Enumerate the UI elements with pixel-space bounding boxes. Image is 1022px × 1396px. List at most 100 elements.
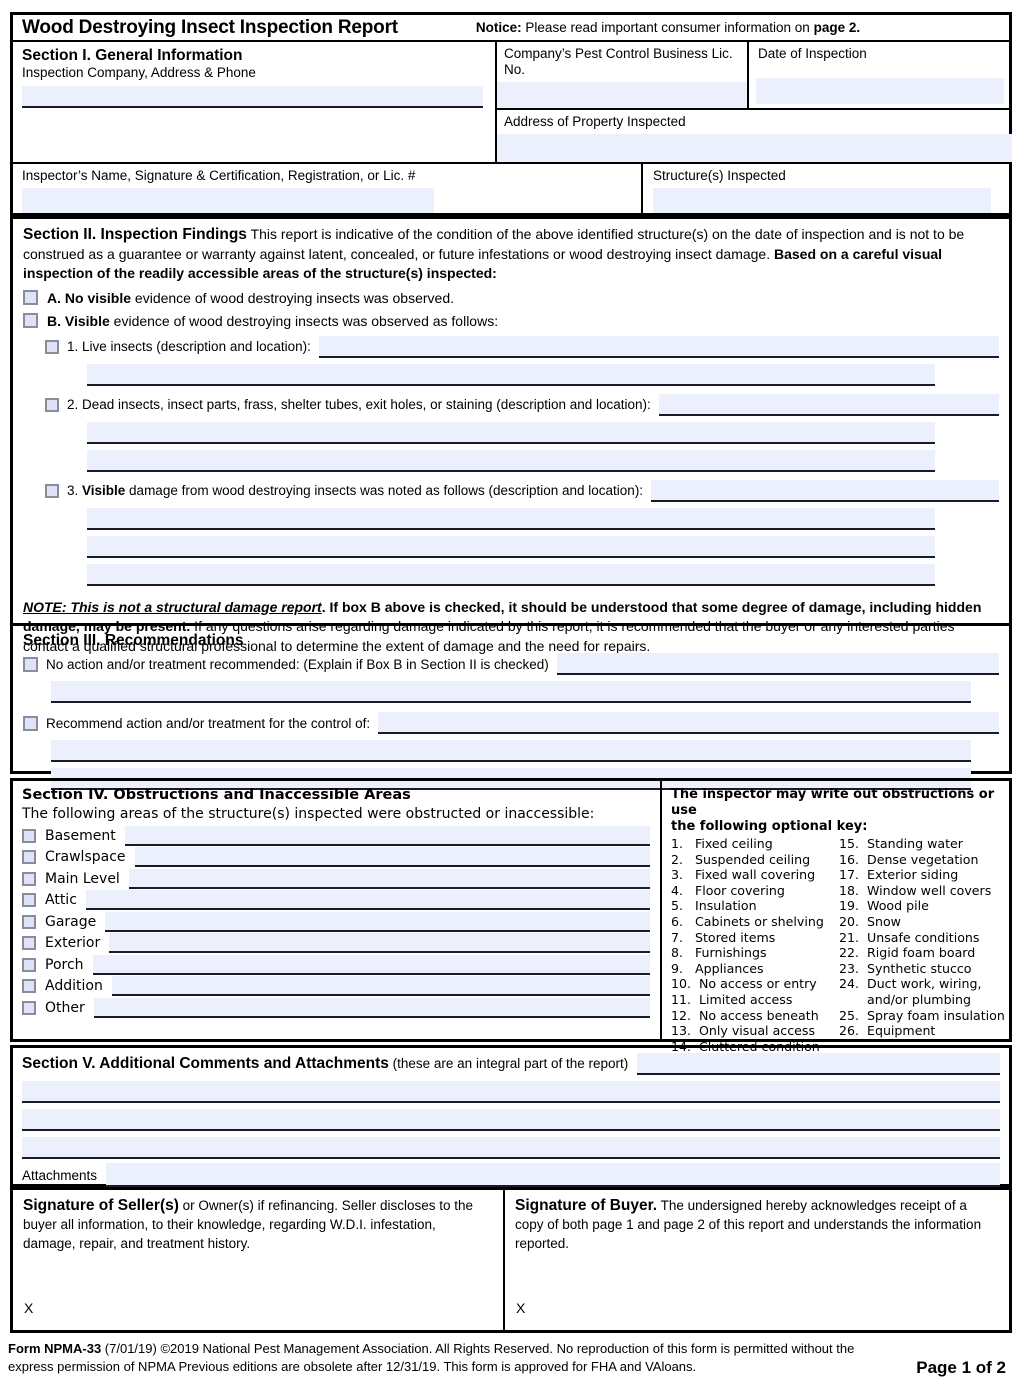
checkbox-exterior[interactable] — [22, 936, 36, 950]
label-attic: Attic — [45, 892, 77, 908]
key-item: 17. Exterior siding — [839, 867, 959, 883]
company-cell: Section I. General Information Inspectio… — [13, 42, 497, 164]
obstruction-row-addition[interactable]: Addition — [22, 976, 660, 996]
recommendation-treatment[interactable]: Recommend action and/or treatment for th… — [23, 712, 999, 734]
comments-input-line-2[interactable] — [22, 1081, 1000, 1103]
key-item: 18. Window well covers — [839, 882, 992, 898]
buyer-signature-line[interactable]: X — [516, 1300, 525, 1316]
footer-copyright: Form NPMA-33 (7/01/19) ©2019 National Pe… — [8, 1341, 855, 1374]
seller-signature-line[interactable]: X — [24, 1300, 33, 1316]
license-input[interactable] — [497, 82, 747, 108]
obstruction-row-main-level[interactable]: Main Level — [22, 868, 660, 889]
dead-insects-input-line-1[interactable] — [658, 393, 999, 416]
item-1-label: 1. Live insects (description and locatio… — [67, 339, 311, 354]
checkbox-addition[interactable] — [22, 979, 36, 993]
finding-item-1[interactable]: 1. Live insects (description and locatio… — [45, 335, 999, 358]
input-basement[interactable] — [124, 825, 650, 846]
comments-input-line-3[interactable] — [22, 1109, 1000, 1131]
section-5-header-row: Section V. Additional Comments and Attac… — [22, 1053, 1000, 1075]
checkbox-dead-insects[interactable] — [45, 397, 59, 412]
inspector-input[interactable] — [22, 188, 434, 213]
license-cell: Company’s Pest Control Business Lic. No. — [497, 42, 749, 110]
recommendation-no-action[interactable]: No action and/or treatment recommended: … — [23, 653, 999, 675]
finding-item-3[interactable]: 3. Visible damage from wood destroying i… — [45, 479, 999, 502]
key-item: 1. Fixed ceiling — [671, 836, 773, 851]
checkbox-visible-evidence[interactable] — [23, 313, 38, 328]
key-heading-line-2: the following optional key: — [671, 819, 868, 834]
key-item: 6. Cabinets or shelving — [671, 913, 824, 929]
key-item: 10. No access or entry — [671, 976, 817, 992]
dead-insects-input-line-2[interactable] — [87, 421, 935, 444]
obstruction-row-basement[interactable]: Basement — [22, 825, 660, 846]
obstruction-row-porch[interactable]: Porch — [22, 954, 660, 975]
input-crawlspace[interactable] — [134, 847, 650, 867]
input-garage[interactable] — [105, 911, 650, 932]
no-action-input-line-1[interactable] — [556, 653, 999, 675]
input-porch[interactable] — [92, 954, 650, 975]
finding-option-a[interactable]: A. No visible evidence of wood destroyin… — [23, 289, 999, 307]
input-attic[interactable] — [85, 890, 650, 910]
visible-damage-input-line-4[interactable] — [87, 563, 935, 586]
input-other[interactable] — [93, 997, 650, 1018]
section-4-heading: Section IV. Obstructions and Inaccessibl… — [22, 787, 411, 803]
title-bar: Wood Destroying Insect Inspection Report… — [10, 12, 1012, 42]
key-item: 2. Suspended ceiling — [671, 851, 811, 867]
finding-option-b[interactable]: B. Visible evidence of wood destroying i… — [23, 312, 999, 330]
comments-input-line-1[interactable] — [637, 1053, 1000, 1075]
no-action-continued — [51, 681, 999, 703]
treatment-input-line-1[interactable] — [378, 712, 999, 734]
checkbox-porch[interactable] — [22, 957, 36, 972]
inspector-label: Inspector’s Name, Signature & Certificat… — [22, 168, 416, 183]
address-input[interactable] — [497, 134, 1012, 162]
treatment-input-line-2[interactable] — [51, 740, 971, 762]
label-crawlspace: Crawlspace — [45, 849, 126, 865]
finding-item-2[interactable]: 2. Dead insects, insect parts, frass, sh… — [45, 393, 999, 416]
checkbox-basement[interactable] — [22, 828, 36, 843]
finding-item-3-continued-b — [87, 535, 999, 558]
page-title: Wood Destroying Insect Inspection Report — [22, 16, 398, 38]
key-item: 12. No access beneath — [671, 1007, 819, 1023]
section-5-heading: Section V. Additional Comments and Attac… — [22, 1055, 629, 1072]
input-addition[interactable] — [111, 976, 650, 996]
no-action-input-line-2[interactable] — [51, 681, 971, 703]
key-item: 26. Equipment — [839, 1023, 936, 1039]
key-item: 3. Fixed wall covering — [671, 867, 816, 883]
checkbox-attic[interactable] — [22, 893, 36, 907]
checkbox-garage[interactable] — [22, 914, 36, 929]
obstruction-row-attic[interactable]: Attic — [22, 890, 660, 910]
obstruction-row-garage[interactable]: Garage — [22, 911, 660, 932]
checkbox-no-visible-evidence[interactable] — [23, 290, 38, 305]
visible-damage-input-line-1[interactable] — [651, 479, 999, 502]
input-main-level[interactable] — [128, 868, 650, 889]
date-cell: Date of Inspection — [749, 42, 1012, 110]
label-porch: Porch — [45, 956, 84, 973]
finding-item-2-continued-a — [87, 421, 999, 444]
input-exterior[interactable] — [109, 933, 650, 953]
checkbox-crawlspace[interactable] — [22, 850, 36, 864]
checkbox-recommend-treatment[interactable] — [23, 715, 38, 731]
key-item: 21. Unsafe conditions — [839, 929, 980, 945]
checkbox-main-level[interactable] — [22, 871, 36, 886]
attachments-input[interactable] — [106, 1163, 1000, 1187]
obstruction-row-exterior[interactable]: Exterior — [22, 933, 660, 953]
item-2-label: 2. Dead insects, insect parts, frass, sh… — [67, 397, 651, 412]
obstruction-row-crawlspace[interactable]: Crawlspace — [22, 847, 660, 867]
structures-input[interactable] — [653, 188, 991, 213]
label-basement: Basement — [45, 827, 116, 844]
checkbox-live-insects[interactable] — [45, 339, 59, 354]
visible-damage-input-line-2[interactable] — [87, 507, 935, 530]
checkbox-no-action[interactable] — [23, 656, 38, 672]
section-3-heading: Section III. Recommendations — [23, 632, 244, 649]
key-item-continued: and/or plumbing — [867, 991, 972, 1007]
live-insects-input-line-1[interactable] — [318, 335, 999, 358]
checkbox-other[interactable] — [22, 1000, 36, 1015]
date-input[interactable] — [756, 78, 1004, 104]
obstruction-row-other[interactable]: Other — [22, 997, 660, 1018]
checkbox-visible-damage[interactable] — [45, 483, 59, 498]
live-insects-input-line-2[interactable] — [87, 363, 935, 386]
dead-insects-input-line-3[interactable] — [87, 449, 935, 472]
key-heading-line-1: The inspector may write out obstructions… — [671, 787, 995, 818]
company-input[interactable] — [22, 86, 483, 108]
comments-input-line-4[interactable] — [22, 1137, 1000, 1159]
visible-damage-input-line-3[interactable] — [87, 535, 935, 558]
